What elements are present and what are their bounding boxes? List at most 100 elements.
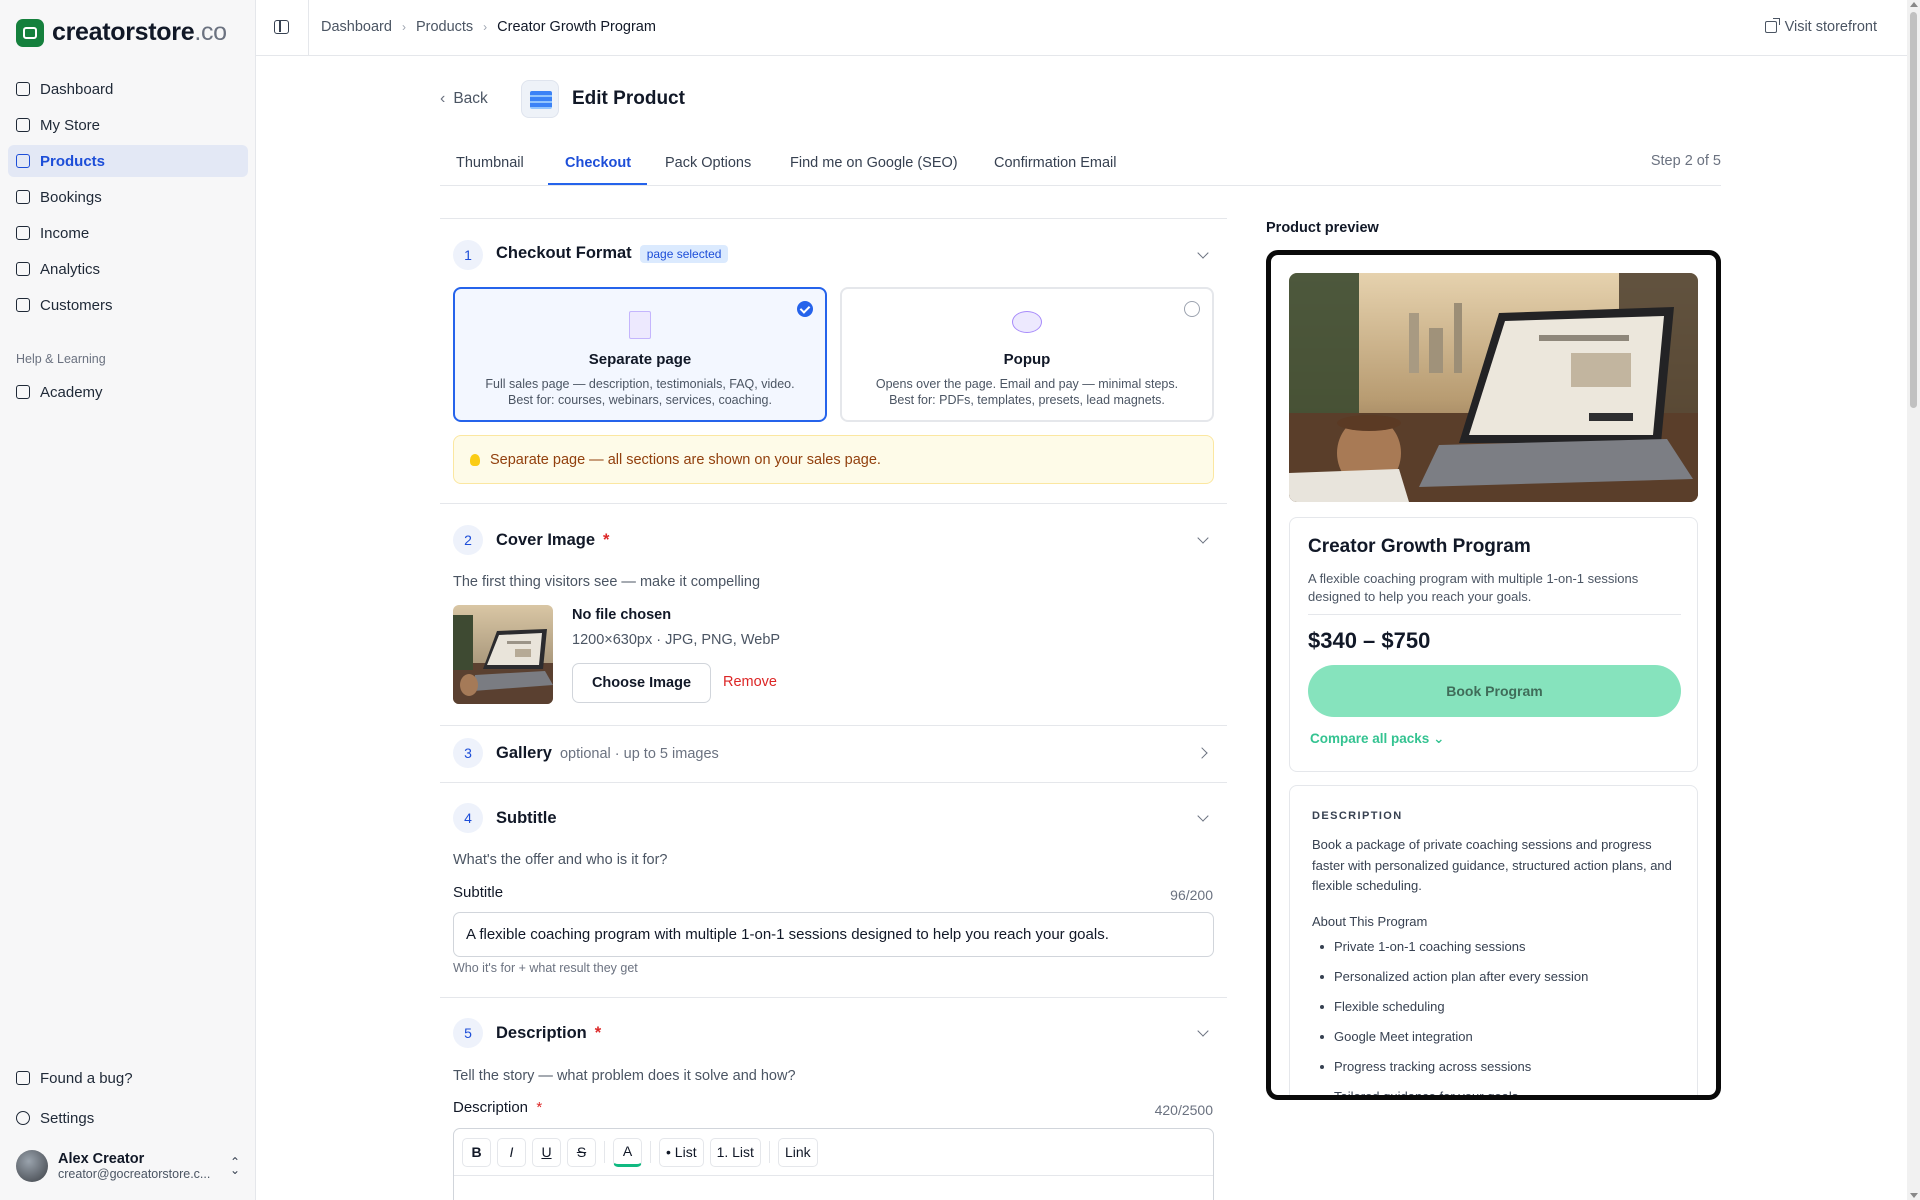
preview-product-card: Creator Growth Program A flexible coachi… <box>1289 517 1698 772</box>
store-logo-icon <box>16 18 44 47</box>
section-number: 2 <box>453 525 483 555</box>
radio-checked-icon[interactable] <box>797 301 813 317</box>
breadcrumb-products[interactable]: Products <box>416 19 473 35</box>
calendar-icon <box>16 190 30 204</box>
user-menu[interactable]: Alex Creator creator@gocreatorstore.c...… <box>16 1150 240 1182</box>
brand-name: creatorstore <box>52 18 195 46</box>
sidebar-item-academy[interactable]: Academy <box>8 376 248 408</box>
document-icon <box>629 311 651 339</box>
list-item: Personalized action plan after every ses… <box>1312 969 1588 999</box>
graduation-cap-icon <box>16 385 30 399</box>
sidebar-item-label: Academy <box>40 383 103 401</box>
scroll-down-icon[interactable] <box>1910 1193 1918 1198</box>
tab-seo[interactable]: Find me on Google (SEO) <box>790 155 958 171</box>
tab-checkout[interactable]: Checkout <box>565 155 631 171</box>
store-icon <box>16 118 30 132</box>
tab-confirmation-email[interactable]: Confirmation Email <box>994 155 1117 171</box>
link-button[interactable]: Link <box>777 1137 818 1167</box>
section-header-description[interactable]: Description * <box>496 1024 601 1043</box>
tab-pack-options[interactable]: Pack Options <box>665 155 751 171</box>
section-header-subtitle[interactable]: Subtitle <box>496 809 557 828</box>
remove-image-button[interactable]: Remove <box>723 674 777 690</box>
section-divider <box>440 503 1227 504</box>
sidebar-item-bookings[interactable]: Bookings <box>8 181 248 213</box>
sidebar-toggle-icon[interactable] <box>274 20 289 34</box>
required-marker: * <box>594 1024 602 1042</box>
file-requirements: 1200×630px · JPG, PNG, WebP <box>572 632 781 648</box>
sidebar-item-label: Bookings <box>40 188 102 206</box>
format-option-popup[interactable]: Popup Opens over the page. Email and pay… <box>840 287 1214 422</box>
sidebar-item-label: Products <box>40 152 106 170</box>
hero-photo <box>1289 273 1698 502</box>
required-marker: * <box>536 1099 543 1116</box>
description-editor[interactable]: B I U S A • List 1. List Link <box>453 1128 1214 1200</box>
preview-price: $340 – $750 <box>1308 628 1431 653</box>
back-button[interactable]: ‹ Back <box>440 90 488 108</box>
underline-button[interactable]: U <box>532 1137 561 1167</box>
chevron-down-icon[interactable] <box>1197 532 1209 544</box>
preview-title: Creator Growth Program <box>1308 536 1531 557</box>
chevron-down-icon[interactable] <box>1197 810 1209 822</box>
required-marker: * <box>603 531 610 549</box>
choose-image-button[interactable]: Choose Image <box>572 663 711 703</box>
sidebar-item-found-bug[interactable]: Found a bug? <box>8 1062 248 1094</box>
section-helper: The first thing visitors see — make it c… <box>453 574 761 590</box>
chevron-up-down-icon: ⌃ ⌄ <box>229 1155 240 1177</box>
field-label-text: Description <box>453 1099 529 1116</box>
compare-label: Compare all packs <box>1310 731 1430 746</box>
scroll-thumb[interactable] <box>1910 12 1917 408</box>
preview-description-card: DESCRIPTION Book a package of private co… <box>1289 785 1698 1095</box>
brand-logo[interactable]: creatorstore.co <box>16 18 227 47</box>
format-option-separate-page[interactable]: Separate page Full sales page — descript… <box>453 287 827 422</box>
text-color-button[interactable]: A <box>613 1137 642 1167</box>
format-tip: Separate page — all sections are shown o… <box>453 435 1214 484</box>
option-title: Popup <box>1003 351 1051 368</box>
section-title: Subtitle <box>496 809 557 827</box>
sidebar-item-analytics[interactable]: Analytics <box>8 253 248 285</box>
user-name: Alex Creator <box>58 1151 145 1167</box>
sidebar-item-label: My Store <box>40 116 101 134</box>
help-nav: Academy <box>8 376 248 412</box>
sidebar-item-dashboard[interactable]: Dashboard <box>8 73 248 105</box>
sidebar-item-income[interactable]: Income <box>8 217 248 249</box>
scroll-up-icon[interactable] <box>1910 2 1918 7</box>
strikethrough-button[interactable]: S <box>567 1137 596 1167</box>
sidebar-item-label: Income <box>40 224 90 242</box>
bullet-list-button[interactable]: • List <box>659 1137 704 1167</box>
section-header-gallery[interactable]: Gallery optional · up to 5 images <box>496 744 719 763</box>
section-header-cover-image[interactable]: Cover Image * <box>496 531 609 550</box>
file-status: No file chosen <box>572 607 672 623</box>
about-heading: About This Program <box>1312 914 1428 929</box>
back-label: Back <box>453 90 488 107</box>
tab-thumbnail[interactable]: Thumbnail <box>456 155 524 171</box>
feature-list: Private 1-on-1 coaching sessions Persona… <box>1312 939 1588 1095</box>
sidebar-item-settings[interactable]: Settings <box>8 1102 248 1134</box>
sidebar-item-customers[interactable]: Customers <box>8 289 248 321</box>
page-title: Edit Product <box>572 88 685 109</box>
section-divider <box>440 997 1227 998</box>
chevron-down-icon[interactable] <box>1197 247 1209 259</box>
bold-button[interactable]: B <box>462 1137 491 1167</box>
preview-label: Product preview <box>1266 220 1379 236</box>
radio-unchecked-icon[interactable] <box>1184 301 1200 317</box>
chevron-right-icon[interactable] <box>1196 747 1208 759</box>
section-header-checkout-format[interactable]: Checkout Format page selected <box>496 244 729 263</box>
sidebar-item-my-store[interactable]: My Store <box>8 109 248 141</box>
sidebar-item-label: Dashboard <box>40 80 114 98</box>
sidebar: creatorstore.co Dashboard My Store Produ… <box>0 0 256 1200</box>
subtitle-input[interactable] <box>453 912 1214 957</box>
book-program-button[interactable]: Book Program <box>1308 665 1681 717</box>
breadcrumb-dashboard[interactable]: Dashboard <box>321 19 392 35</box>
page-scrollbar[interactable] <box>1907 0 1920 1200</box>
italic-button[interactable]: I <box>497 1137 526 1167</box>
option-description: Opens over the page. Email and pay — min… <box>875 377 1179 391</box>
list-item: Progress tracking across sessions <box>1312 1059 1588 1089</box>
chevron-down-icon[interactable] <box>1197 1025 1209 1037</box>
numbered-list-button[interactable]: 1. List <box>709 1137 761 1167</box>
compare-packs-link[interactable]: Compare all packs ⌄ <box>1310 731 1444 747</box>
sidebar-item-products[interactable]: Products <box>8 145 248 177</box>
section-title: Description <box>496 1024 587 1042</box>
chevron-right-icon: › <box>483 20 488 34</box>
visit-storefront-link[interactable]: Visit storefront <box>1764 18 1877 35</box>
section-divider <box>440 725 1227 726</box>
